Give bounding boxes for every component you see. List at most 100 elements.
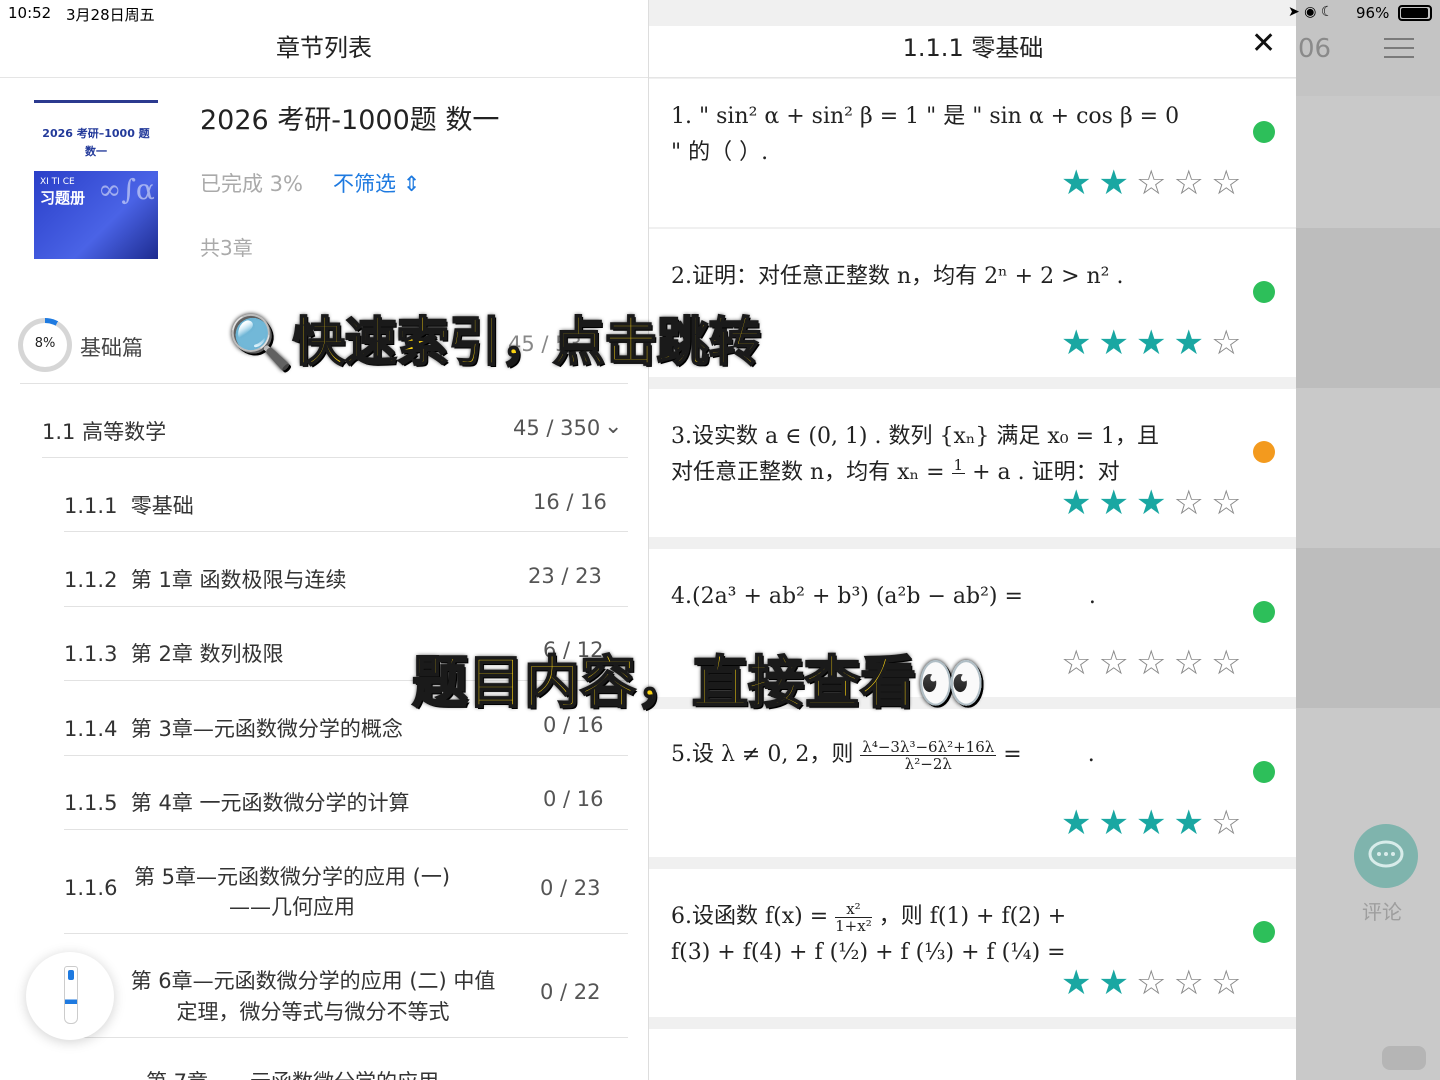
question-text: 6.设函数 f(x) = x² 1+x² ，则 f(1) + f(2) + f(3… — [671, 899, 1067, 964]
star-empty-icon: ☆ — [1061, 643, 1099, 683]
star-empty-icon: ☆ — [1173, 643, 1211, 683]
question-text: 1. " sin² α + sin² β = 1 " 是 " sin α + c… — [671, 104, 1180, 165]
chapter-count: 0 / 23 — [540, 876, 601, 900]
status-date: 3月28日周五 — [66, 6, 155, 24]
background-pill — [1382, 1046, 1426, 1070]
chapter-title: 第 6章—元函数微分学的应用 (二) 中值 — [130, 969, 496, 993]
question-text: 4.(2a³ + ab² + b³) (a²b − ab²) = . — [671, 584, 1096, 609]
chapter-count: 16 / 16 — [533, 490, 607, 514]
chapter-title: 1.1.1 零基础 — [64, 494, 194, 518]
cover-label: 习题册 — [40, 189, 86, 207]
star-empty-icon: ☆ — [1210, 323, 1249, 363]
chapter-count: 0 / 22 — [540, 980, 601, 1004]
chapter-title: 1.1.4 第 3章—元函数微分学的概念 — [64, 717, 403, 741]
close-icon[interactable]: ✕ — [1251, 26, 1276, 61]
book-title: 2026 考研-1000题 数一 — [200, 105, 500, 136]
star-filled-icon: ★ — [1061, 163, 1099, 203]
status-time: 10:52 — [8, 4, 52, 22]
difficulty-stars: ☆☆☆☆☆ — [1061, 643, 1248, 683]
star-filled-icon: ★ — [1061, 803, 1099, 843]
star-empty-icon: ☆ — [1210, 803, 1249, 843]
comment-label: 评论 — [1362, 900, 1402, 924]
overlay-caption-top: 🔍快速索引，点击跳转 — [227, 312, 762, 374]
progress-ring-label: 8% — [34, 336, 56, 351]
background-band — [1296, 228, 1440, 388]
math-symbols-icon: ∞∫α — [98, 173, 155, 206]
menu-icon — [1384, 38, 1414, 65]
cover-title: 2026 考研–1000 题数一 — [42, 127, 150, 158]
star-empty-icon: ☆ — [1098, 643, 1136, 683]
section-title[interactable]: 1.1 高等数学 — [42, 416, 166, 446]
difficulty-stars: ★★★★☆ — [1061, 323, 1248, 363]
panel-title: 章节列表 — [276, 34, 372, 62]
status-dot — [1253, 441, 1275, 463]
question-text: 3.设实数 a ∈ (0, 1) . 数列 {xₙ} 满足 x₀ = 1，且 对… — [671, 424, 1160, 485]
question-card[interactable]: 1. " sin² α + sin² β = 1 " 是 " sin α + c… — [649, 79, 1296, 227]
star-empty-icon: ☆ — [1173, 483, 1211, 523]
star-filled-icon: ★ — [1135, 803, 1174, 843]
question-card[interactable]: 3.设实数 a ∈ (0, 1) . 数列 {xₙ} 满足 x₀ = 1，且 对… — [649, 389, 1296, 537]
star-filled-icon: ★ — [1098, 803, 1136, 843]
star-empty-icon: ☆ — [1135, 643, 1174, 683]
question-card[interactable]: 5.设 λ ≠ 0, 2，则 λ⁴−3λ³−6λ²+16λ λ²−2λ = . ★… — [649, 709, 1296, 857]
star-empty-icon: ☆ — [1210, 643, 1249, 683]
divider — [64, 1037, 628, 1038]
difficulty-stars: ★★☆☆☆ — [1061, 163, 1248, 203]
difficulty-stars: ★★☆☆☆ — [1061, 963, 1248, 1003]
filter-button[interactable]: 不筛选 ⇕ — [333, 168, 420, 198]
chapter-count: 0 / 16 — [543, 787, 604, 811]
star-empty-icon: ☆ — [1210, 483, 1249, 523]
overlay-caption-bottom: 题目内容，直接查看👀 — [411, 650, 987, 717]
star-empty-icon: ☆ — [1173, 163, 1211, 203]
star-empty-icon: ☆ — [1135, 963, 1174, 1003]
book-cover[interactable]: 2026 考研–1000 题数一 XI TI CE 习题册 ∞∫α — [34, 100, 158, 259]
chevron-down-icon[interactable]: ⌄ — [604, 414, 622, 439]
question-panel: 1.1.1 零基础 ✕ 1. " sin² α + sin² β = 1 " 是… — [648, 0, 1296, 1080]
status-bar: 10:52 3月28日周五 ➤ ◉ ☾ 96% — [0, 0, 1440, 26]
part-title[interactable]: 基础篇 — [80, 332, 143, 362]
question-card[interactable]: 6.设函数 f(x) = x² 1+x² ，则 f(1) + f(2) + f(3… — [649, 869, 1296, 1017]
status-dot — [1253, 761, 1275, 783]
star-filled-icon: ★ — [1173, 323, 1211, 363]
book-progress: 已完成 3% — [200, 172, 303, 196]
apple-pencil-button[interactable] — [26, 952, 114, 1040]
question-panel-title: 1.1.1 零基础 — [902, 34, 1044, 62]
chapter-subtitle: 定理，微分等式与微分不等式 — [176, 1000, 450, 1024]
chapter-title: 1.1.2 第 1章 函数极限与连续 — [64, 568, 347, 592]
status-dot — [1253, 921, 1275, 943]
divider — [42, 457, 628, 458]
difficulty-stars: ★★★★☆ — [1061, 803, 1248, 843]
status-dot — [1253, 121, 1275, 143]
divider — [64, 933, 628, 934]
star-empty-icon: ☆ — [1210, 963, 1249, 1003]
star-filled-icon: ★ — [1061, 483, 1099, 523]
question-text: 2.证明：对任意正整数 n，均有 2ⁿ + 2 > n² . — [671, 264, 1124, 289]
chapter-subtitle: ——几何应用 — [229, 895, 355, 919]
chapter-title: 1.1.3 第 2章 数列极限 — [64, 642, 284, 666]
chapter-list-header: 章节列表 — [0, 26, 648, 78]
chapter-title: 第 7章 一元函数微分学的应用 — [146, 1066, 439, 1080]
status-dot — [1253, 601, 1275, 623]
star-filled-icon: ★ — [1098, 163, 1136, 203]
star-filled-icon: ★ — [1098, 323, 1136, 363]
star-filled-icon: ★ — [1135, 483, 1174, 523]
comment-icon — [1354, 824, 1418, 888]
question-header: 1.1.1 零基础 ✕ — [649, 26, 1296, 78]
filter-label: 不筛选 — [333, 172, 396, 196]
divider — [64, 606, 628, 607]
divider — [64, 755, 628, 756]
chevron-updown-icon: ⇕ — [402, 172, 421, 196]
star-empty-icon: ☆ — [1210, 163, 1249, 203]
cover-art: XI TI CE 习题册 ∞∫α — [34, 171, 158, 259]
star-empty-icon: ☆ — [1135, 163, 1174, 203]
background-number: 06 — [1298, 34, 1332, 64]
chapter-list-panel: 章节列表 2026 考研–1000 题数一 XI TI CE 习题册 ∞∫α 2… — [0, 0, 648, 1080]
star-filled-icon: ★ — [1061, 963, 1099, 1003]
chapter-title: 第 5章—元函数微分学的应用 (一) — [133, 865, 451, 889]
difficulty-stars: ★★★☆☆ — [1061, 483, 1248, 523]
divider — [20, 383, 628, 384]
star-filled-icon: ★ — [1098, 963, 1136, 1003]
question-card[interactable] — [649, 1029, 1296, 1080]
star-filled-icon: ★ — [1173, 803, 1211, 843]
star-filled-icon: ★ — [1098, 483, 1136, 523]
